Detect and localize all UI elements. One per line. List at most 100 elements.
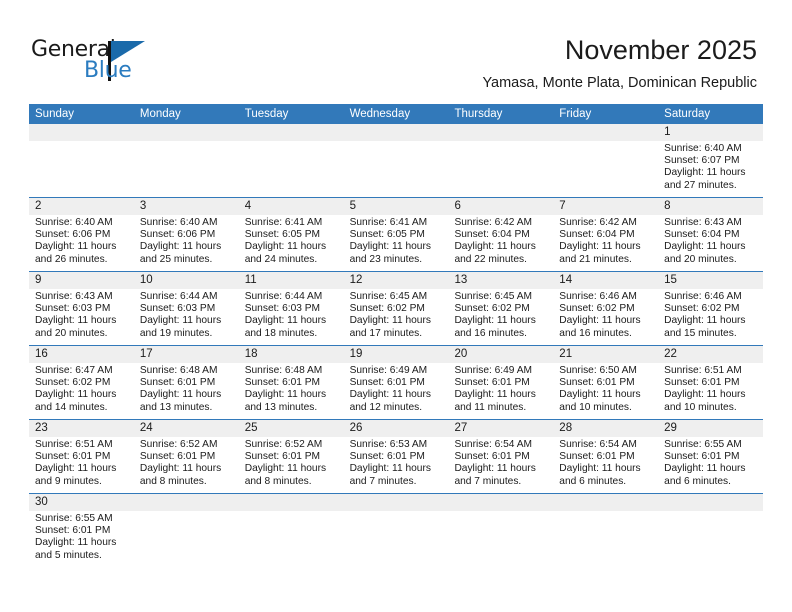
calendar-empty-cell	[344, 124, 449, 197]
calendar-day-cell[interactable]: 5 Sunrise: 6:41 AM Sunset: 6:05 PM Daylight…	[344, 198, 449, 271]
day-detail-line: and 20 minutes.	[664, 253, 737, 265]
calendar-day-cell[interactable]: 9 Sunrise: 6:43 AM Sunset: 6:03 PM Daylight…	[29, 272, 134, 345]
day-detail-line: Sunset: 6:01 PM	[559, 451, 635, 463]
day-number	[559, 124, 656, 141]
day-detail-line: Sunrise: 6:44 AM	[244, 291, 323, 302]
day-details: Sunrise: 6:42 AM Sunset: 6:04 PM Daylight:…	[559, 217, 656, 266]
day-detail-line: Daylight: 11 hours	[244, 241, 327, 253]
day-detail-line: and 15 minutes.	[664, 327, 737, 339]
day-number	[559, 494, 656, 511]
day-number	[454, 124, 551, 141]
calendar-week-cells: 1 Sunrise: 6:40 AM Sunset: 6:07 PM Daylight…	[29, 124, 763, 197]
day-details: Sunrise: 6:46 AM Sunset: 6:02 PM Daylight:…	[664, 291, 761, 340]
day-details: Sunrise: 6:40 AM Sunset: 6:06 PM Daylight:…	[35, 217, 132, 266]
day-detail-line: Sunset: 6:02 PM	[454, 303, 530, 315]
day-detail-line: Sunset: 6:06 PM	[139, 229, 216, 241]
day-number: 25	[244, 422, 258, 434]
calendar-day-cell[interactable]: 24 Sunrise: 6:52 AM Sunset: 6:01 PM Dayligh…	[134, 420, 239, 493]
day-detail-line: Daylight: 11 hours	[244, 389, 327, 401]
day-detail-line: Sunset: 6:01 PM	[664, 377, 740, 389]
day-detail-line: and 27 minutes.	[664, 179, 737, 191]
day-detail-line: Sunrise: 6:44 AM	[139, 291, 218, 302]
calendar-day-cell[interactable]: 27 Sunrise: 6:54 AM Sunset: 6:01 PM Dayligh…	[448, 420, 553, 493]
calendar-day-cell[interactable]: 3 Sunrise: 6:40 AM Sunset: 6:06 PM Daylight…	[134, 198, 239, 271]
calendar-day-cell[interactable]: 26 Sunrise: 6:53 AM Sunset: 6:01 PM Dayligh…	[344, 420, 449, 493]
day-detail-line: Daylight: 11 hours	[664, 241, 746, 253]
day-detail-line: Sunset: 6:01 PM	[454, 377, 530, 389]
calendar-day-cell[interactable]: 23 Sunrise: 6:51 AM Sunset: 6:01 PM Dayligh…	[29, 420, 134, 493]
day-detail-line: and 25 minutes.	[139, 253, 213, 265]
calendar-day-cell[interactable]: 22 Sunrise: 6:51 AM Sunset: 6:01 PM Dayligh…	[658, 346, 763, 419]
day-detail-line: Sunrise: 6:47 AM	[35, 365, 113, 376]
day-detail-line: Daylight: 11 hours	[454, 389, 536, 401]
logo-text-blue: Blue	[84, 58, 132, 83]
calendar-empty-cell	[239, 494, 344, 567]
calendar-day-cell[interactable]: 21 Sunrise: 6:50 AM Sunset: 6:01 PM Dayligh…	[553, 346, 658, 419]
weekday-header-monday: Monday	[139, 108, 181, 120]
day-detail-line: Daylight: 11 hours	[454, 241, 536, 253]
day-detail-line: Sunset: 6:01 PM	[35, 525, 111, 537]
day-number: 14	[559, 274, 573, 286]
calendar-day-cell[interactable]: 7 Sunrise: 6:42 AM Sunset: 6:04 PM Daylight…	[553, 198, 658, 271]
day-details: Sunrise: 6:52 AM Sunset: 6:01 PM Daylight:…	[245, 439, 342, 488]
day-detail-line: Sunrise: 6:41 AM	[349, 217, 428, 228]
day-details: Sunrise: 6:55 AM Sunset: 6:01 PM Daylight:…	[664, 439, 761, 488]
calendar-day-cell[interactable]: 30 Sunrise: 6:55 AM Sunset: 6:01 PM Dayligh…	[29, 494, 134, 567]
calendar-day-cell[interactable]: 10 Sunrise: 6:44 AM Sunset: 6:03 PM Dayligh…	[134, 272, 239, 345]
day-detail-line: Sunset: 6:01 PM	[139, 377, 216, 389]
calendar-day-cell[interactable]: 14 Sunrise: 6:46 AM Sunset: 6:02 PM Dayligh…	[553, 272, 658, 345]
calendar-day-cell[interactable]: 15 Sunrise: 6:46 AM Sunset: 6:02 PM Dayligh…	[658, 272, 763, 345]
calendar-day-cell[interactable]: 1 Sunrise: 6:40 AM Sunset: 6:07 PM Daylight…	[658, 124, 763, 197]
day-detail-line: Sunset: 6:04 PM	[454, 229, 530, 241]
calendar-day-cell[interactable]: 6 Sunrise: 6:42 AM Sunset: 6:04 PM Daylight…	[448, 198, 553, 271]
day-detail-line: Daylight: 11 hours	[349, 463, 431, 475]
calendar-day-cell[interactable]: 2 Sunrise: 6:40 AM Sunset: 6:06 PM Daylight…	[29, 198, 134, 271]
day-detail-line: Sunrise: 6:48 AM	[139, 365, 218, 376]
calendar-day-cell[interactable]: 16 Sunrise: 6:47 AM Sunset: 6:02 PM Dayligh…	[29, 346, 134, 419]
day-detail-line: Daylight: 11 hours	[664, 315, 746, 327]
day-detail-line: and 16 minutes.	[454, 327, 527, 339]
calendar-week-cells: 16 Sunrise: 6:47 AM Sunset: 6:02 PM Dayligh…	[29, 346, 763, 419]
calendar-day-cell[interactable]: 17 Sunrise: 6:48 AM Sunset: 6:01 PM Dayligh…	[134, 346, 239, 419]
weekday-header-sunday: Sunday	[35, 108, 75, 120]
calendar-empty-cell	[658, 494, 763, 567]
day-details: Sunrise: 6:48 AM Sunset: 6:01 PM Daylight:…	[140, 365, 237, 414]
day-details: Sunrise: 6:52 AM Sunset: 6:01 PM Daylight:…	[140, 439, 237, 488]
day-detail-line: and 7 minutes.	[349, 475, 417, 487]
day-detail-line: Sunrise: 6:52 AM	[244, 439, 323, 450]
day-detail-line: Daylight: 11 hours	[244, 463, 327, 475]
calendar-day-cell[interactable]: 11 Sunrise: 6:44 AM Sunset: 6:03 PM Dayligh…	[239, 272, 344, 345]
day-detail-line: Sunrise: 6:40 AM	[664, 143, 742, 154]
day-detail-line: Daylight: 11 hours	[559, 389, 641, 401]
calendar-day-cell[interactable]: 28 Sunrise: 6:54 AM Sunset: 6:01 PM Dayligh…	[553, 420, 658, 493]
day-details: Sunrise: 6:46 AM Sunset: 6:02 PM Daylight:…	[559, 291, 656, 340]
day-detail-line: Sunrise: 6:42 AM	[454, 217, 533, 228]
day-number	[454, 494, 551, 511]
day-detail-line: Daylight: 11 hours	[35, 463, 117, 475]
calendar-day-cell[interactable]: 19 Sunrise: 6:49 AM Sunset: 6:01 PM Dayligh…	[344, 346, 449, 419]
day-detail-line: Sunset: 6:01 PM	[244, 377, 321, 389]
day-detail-line: Sunrise: 6:51 AM	[664, 365, 742, 376]
day-number: 7	[559, 200, 566, 212]
calendar-day-cell[interactable]: 25 Sunrise: 6:52 AM Sunset: 6:01 PM Dayligh…	[239, 420, 344, 493]
day-detail-line: Daylight: 11 hours	[244, 315, 327, 327]
general-blue-logo: General Blue	[31, 38, 161, 88]
calendar-day-cell[interactable]: 20 Sunrise: 6:49 AM Sunset: 6:01 PM Dayligh…	[448, 346, 553, 419]
calendar-day-cell[interactable]: 13 Sunrise: 6:45 AM Sunset: 6:02 PM Dayligh…	[448, 272, 553, 345]
day-details: Sunrise: 6:50 AM Sunset: 6:01 PM Daylight:…	[559, 365, 656, 414]
day-detail-line: Sunset: 6:03 PM	[244, 303, 321, 315]
day-detail-line: and 18 minutes.	[244, 327, 318, 339]
calendar-day-cell[interactable]: 4 Sunrise: 6:41 AM Sunset: 6:05 PM Daylight…	[239, 198, 344, 271]
calendar-day-cell[interactable]: 8 Sunrise: 6:43 AM Sunset: 6:04 PM Daylight…	[658, 198, 763, 271]
day-details: Sunrise: 6:45 AM Sunset: 6:02 PM Daylight:…	[454, 291, 551, 340]
calendar-day-cell[interactable]: 12 Sunrise: 6:45 AM Sunset: 6:02 PM Dayligh…	[344, 272, 449, 345]
weekday-header-thursday: Thursday	[454, 108, 503, 120]
day-detail-line: Daylight: 11 hours	[559, 315, 641, 327]
day-details: Sunrise: 6:43 AM Sunset: 6:03 PM Daylight:…	[35, 291, 132, 340]
day-details: Sunrise: 6:53 AM Sunset: 6:01 PM Daylight:…	[350, 439, 447, 488]
day-number: 3	[139, 200, 147, 212]
calendar-day-cell[interactable]: 29 Sunrise: 6:55 AM Sunset: 6:01 PM Dayligh…	[658, 420, 763, 493]
calendar-week-cells: 30 Sunrise: 6:55 AM Sunset: 6:01 PM Dayligh…	[29, 494, 763, 567]
calendar-day-cell[interactable]: 18 Sunrise: 6:48 AM Sunset: 6:01 PM Dayligh…	[239, 346, 344, 419]
day-detail-line: Sunset: 6:06 PM	[35, 229, 111, 241]
